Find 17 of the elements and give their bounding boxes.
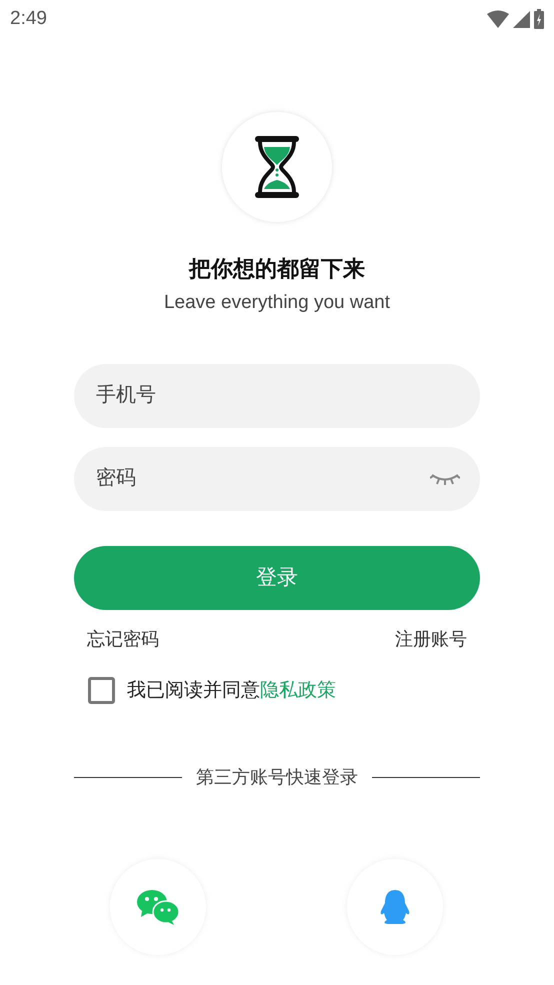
hourglass-icon: [253, 135, 301, 199]
agreement-checkbox[interactable]: [88, 677, 115, 704]
forgot-password-link[interactable]: 忘记密码: [87, 626, 159, 652]
third-party-label: 第三方账号快速登录: [196, 766, 358, 789]
phone-field[interactable]: 手机号: [74, 364, 480, 428]
password-field[interactable]: 密码: [74, 446, 480, 510]
agreement-text: 我已阅读并同意隐私政策: [127, 678, 336, 702]
penguin-icon: [379, 889, 411, 925]
closed-eye-icon[interactable]: [430, 472, 460, 486]
register-link[interactable]: 注册账号: [395, 626, 467, 652]
battery-icon: [534, 9, 544, 29]
app-title: 把你想的都留下来: [189, 255, 365, 283]
status-time: 2:49: [10, 6, 47, 31]
wifi-icon: [487, 10, 509, 28]
app-subtitle: Leave everything you want: [164, 291, 390, 315]
signal-icon: [513, 10, 530, 28]
chat-bubbles-icon: [136, 889, 180, 925]
